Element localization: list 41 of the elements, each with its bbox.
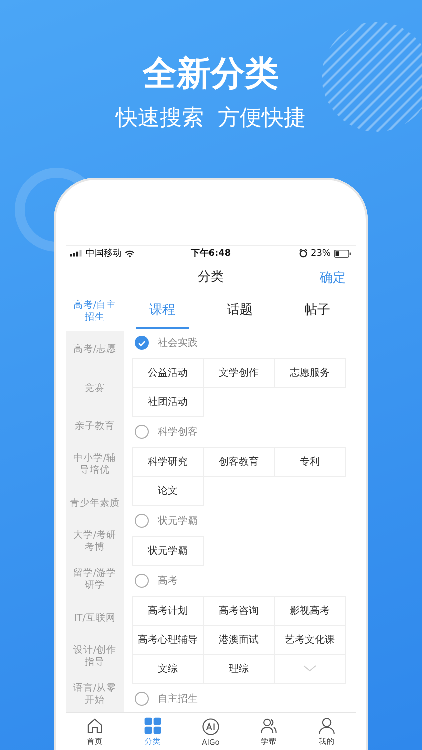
grid-icon [144,717,162,735]
check-circle[interactable] [135,514,149,528]
expand-button[interactable] [274,654,346,684]
tag-option[interactable]: 论文 [132,476,204,506]
battery-icon [334,250,352,258]
hero-subtitle: 快速搜索 方便快捷 [114,105,307,133]
tag-option[interactable]: 科学研究 [132,447,204,477]
check-circle[interactable] [135,336,149,350]
tab[interactable]: 帖子 [290,293,344,329]
chevron-down-icon [303,665,317,673]
tag-option[interactable]: 状元学霸 [132,536,204,566]
check-circle[interactable] [135,425,149,439]
tag-option[interactable]: 高考计划 [132,596,204,626]
group-title: 状元学霸 [158,514,198,528]
tag-option[interactable]: 文综 [132,654,204,684]
tag-option[interactable]: 创客教育 [203,447,275,477]
group-title: 高考 [158,574,178,588]
carrier-text: 中国移动 [86,248,122,260]
tag-option[interactable]: 社团活动 [132,387,204,417]
signal-icon [70,250,83,257]
ai-badge-icon [202,718,220,736]
check-circle[interactable] [135,692,149,706]
hero-title: 全新分类 [142,53,280,96]
tag-option[interactable]: 志愿服务 [274,358,346,388]
check-circle[interactable] [135,574,149,588]
wifi-icon [125,250,135,258]
tag-option[interactable]: 影视高考 [274,596,346,626]
tag-option[interactable]: 文学创作 [203,358,275,388]
battery-percent: 23% [310,248,331,258]
person-icon [318,717,336,735]
group-title: 自主招生 [158,692,198,706]
group-title: 社会实践 [158,336,198,350]
page-title: 分类 [198,269,224,286]
group-title: 科学创客 [158,426,198,439]
tab[interactable]: 话题 [213,293,267,329]
tag-option[interactable]: 公益活动 [132,358,204,388]
status-time: 下午6:48 [190,248,232,260]
people-icon [260,717,278,735]
alarm-icon [298,249,308,258]
home-icon [86,717,104,735]
tag-option[interactable]: 专利 [274,447,346,477]
